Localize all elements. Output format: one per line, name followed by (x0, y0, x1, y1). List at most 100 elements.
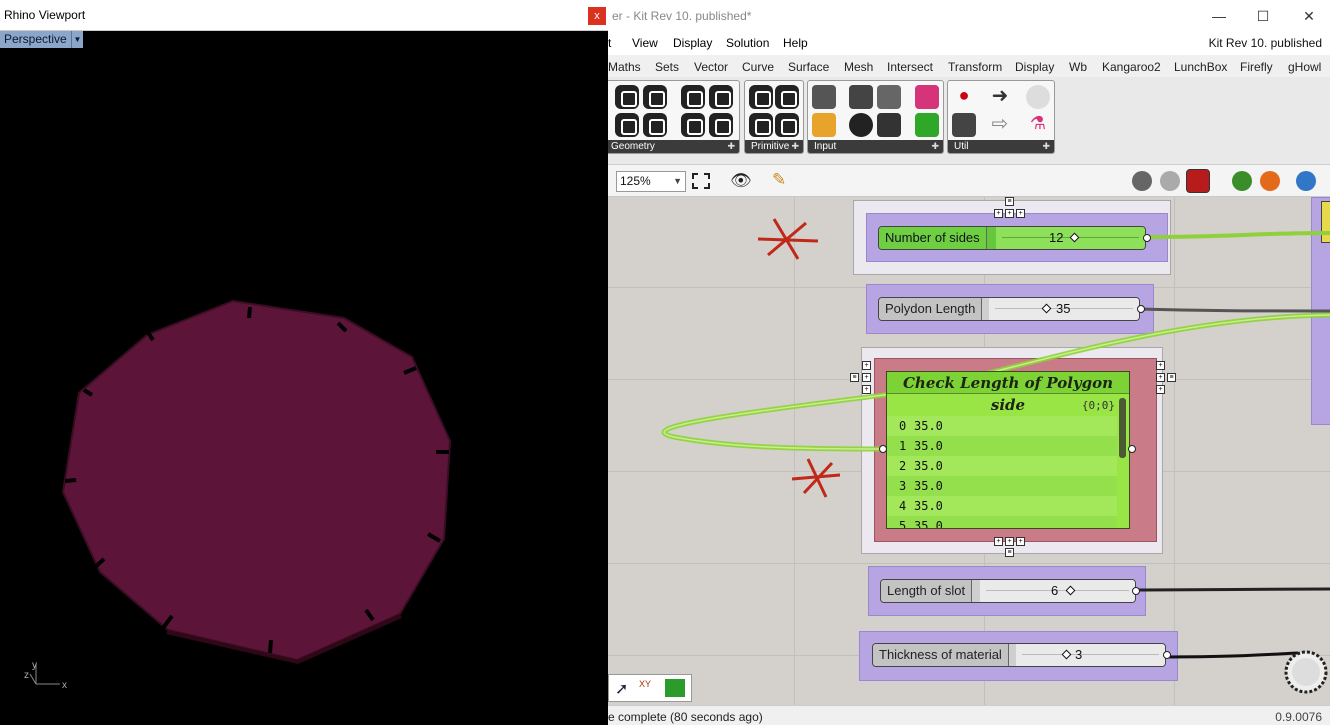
rhino-viewport-window[interactable]: Rhino Viewport x Perspective ▼ x y z (0, 0, 608, 725)
zui-add-icon[interactable]: + (862, 373, 871, 382)
menu-item-edit[interactable]: t (608, 36, 611, 50)
input-icon-6[interactable] (877, 113, 901, 137)
xy-plane-icon[interactable]: XY (639, 679, 659, 697)
ribbon-group-label-input[interactable]: Input ✚ (808, 140, 943, 153)
cursor-arrow-icon[interactable]: ➚ (615, 679, 628, 699)
primitive-icon-3[interactable] (749, 113, 773, 137)
ribbon-group-label-geometry[interactable]: Geometry ✚ (608, 140, 739, 153)
menu-item-display[interactable]: Display (673, 36, 712, 50)
zui-add-icon[interactable]: + (1156, 361, 1165, 370)
minimize-button[interactable]: — (1204, 6, 1234, 26)
tab-lunchbox[interactable]: LunchBox (1174, 60, 1227, 74)
blend-icon[interactable] (1026, 85, 1050, 109)
sketch-pen-icon[interactable]: ✎ (772, 170, 786, 190)
close-button[interactable]: ✕ (1294, 6, 1324, 26)
rhino-close-button[interactable]: x (588, 7, 606, 25)
geometry-icon-4[interactable] (709, 85, 733, 109)
document-name[interactable]: Kit Rev 10. published (1209, 36, 1322, 50)
gh-canvas[interactable]: Number of sides 12 Polydon Length 35 Che… (608, 197, 1330, 705)
slider-thickness-of-material[interactable]: Thickness of material 3 (872, 643, 1166, 667)
bake-icon[interactable] (1232, 171, 1252, 191)
zui-menu-icon[interactable]: ≡ (1167, 373, 1176, 382)
slider-polydon-length[interactable]: Polydon Length 35 (878, 297, 1140, 321)
slider-length-of-slot[interactable]: Length of slot 6 (880, 579, 1136, 603)
zui-add-icon[interactable]: + (1005, 209, 1014, 218)
input-icon-1[interactable] (812, 85, 836, 109)
zui-menu-icon[interactable]: ≡ (1005, 548, 1014, 557)
slider-number-of-sides[interactable]: Number of sides 12 (878, 226, 1146, 250)
ribbon-group-label-util[interactable]: Util ✚ (948, 140, 1054, 153)
menu-item-help[interactable]: Help (783, 36, 808, 50)
tree-icon[interactable] (952, 113, 976, 137)
tab-display[interactable]: Display (1015, 60, 1054, 74)
zui-add-icon[interactable]: + (1005, 537, 1014, 546)
geometry-icon-7[interactable] (681, 113, 705, 137)
geometry-icon-3[interactable] (681, 85, 705, 109)
zoom-extents-icon[interactable] (692, 173, 710, 189)
output-port[interactable] (1143, 234, 1151, 242)
tab-intersect[interactable]: Intersect (887, 60, 933, 74)
zoom-select[interactable]: 125% ▼ (616, 171, 686, 192)
input-icon-8[interactable] (915, 113, 939, 137)
viewport-name-label[interactable]: Perspective (0, 31, 72, 48)
geometry-icon-8[interactable] (709, 113, 733, 137)
preview-mode-icon[interactable] (1132, 171, 1152, 191)
menu-item-view[interactable]: View (632, 36, 658, 50)
tab-transform[interactable]: Transform (948, 60, 1002, 74)
zui-add-icon[interactable]: + (1156, 373, 1165, 382)
grasshopper-window[interactable]: er - Kit Rev 10. published* — ☐ ✕ t View… (608, 0, 1330, 725)
input-icon-2[interactable] (812, 113, 836, 137)
flask-icon[interactable]: ⚗ (1026, 113, 1050, 137)
output-port[interactable] (1137, 305, 1145, 313)
input-icon-4[interactable] (877, 85, 901, 109)
maximize-button[interactable]: ☐ (1248, 6, 1278, 26)
zui-add-icon[interactable]: + (994, 537, 1003, 546)
shaded-preview-icon[interactable] (1186, 169, 1210, 193)
zui-add-icon[interactable]: + (994, 209, 1003, 218)
output-port[interactable] (1128, 445, 1136, 453)
panel-scrollbar[interactable] (1119, 398, 1126, 458)
gh-title-bar[interactable]: er - Kit Rev 10. published* — ☐ ✕ (608, 0, 1330, 31)
tab-vector[interactable]: Vector (694, 60, 728, 74)
zui-add-icon[interactable]: + (1016, 209, 1025, 218)
geometry-icon-6[interactable] (643, 113, 667, 137)
north-arrow-icon[interactable] (665, 679, 685, 697)
render-icon[interactable] (1260, 171, 1280, 191)
input-icon-5[interactable] (849, 113, 873, 137)
primitive-icon-1[interactable] (749, 85, 773, 109)
tab-surface[interactable]: Surface (788, 60, 829, 74)
tab-firefly[interactable]: Firefly (1240, 60, 1273, 74)
tab-curve[interactable]: Curve (742, 60, 774, 74)
zui-menu-icon[interactable]: ≡ (850, 373, 859, 382)
zui-add-icon[interactable]: + (862, 361, 871, 370)
wireframe-icon[interactable] (1160, 171, 1180, 191)
panel-check-length[interactable]: Check Length of Polygon side {0;0} 0 35.0… (886, 371, 1130, 529)
output-port[interactable] (1132, 587, 1140, 595)
zui-menu-icon[interactable]: ≡ (1005, 197, 1014, 206)
geometry-icon-2[interactable] (643, 85, 667, 109)
slider-rail[interactable] (1016, 644, 1165, 666)
arrow-outline-icon[interactable]: ⇨ (988, 113, 1012, 137)
zui-add-icon[interactable]: + (1016, 537, 1025, 546)
geometry-icon-1[interactable] (615, 85, 639, 109)
tab-sets[interactable]: Sets (655, 60, 679, 74)
tab-ghowl[interactable]: gHowl (1288, 60, 1321, 74)
ribbon-group-label-primitive[interactable]: Primitive ✚ (745, 140, 803, 153)
zui-add-icon[interactable]: + (1156, 385, 1165, 394)
zui-add-icon[interactable]: + (862, 385, 871, 394)
cherries-icon[interactable]: ● (952, 85, 976, 109)
rhino-title-bar[interactable]: Rhino Viewport x (0, 0, 608, 31)
arrow-right-icon[interactable]: ➜ (988, 85, 1012, 109)
input-icon-3[interactable] (849, 85, 873, 109)
tab-maths[interactable]: Maths (608, 60, 641, 74)
input-port[interactable] (879, 445, 887, 453)
sphere-icon[interactable] (1296, 171, 1316, 191)
geometry-icon-5[interactable] (615, 113, 639, 137)
primitive-icon-2[interactable] (775, 85, 799, 109)
viewport-menu-arrow-icon[interactable]: ▼ (72, 31, 83, 48)
menu-item-solution[interactable]: Solution (726, 36, 769, 50)
preview-eye-icon[interactable]: 👁 (730, 171, 752, 191)
viewport-canvas[interactable]: x y z (0, 48, 608, 725)
output-port[interactable] (1163, 651, 1171, 659)
input-icon-7[interactable] (915, 85, 939, 109)
